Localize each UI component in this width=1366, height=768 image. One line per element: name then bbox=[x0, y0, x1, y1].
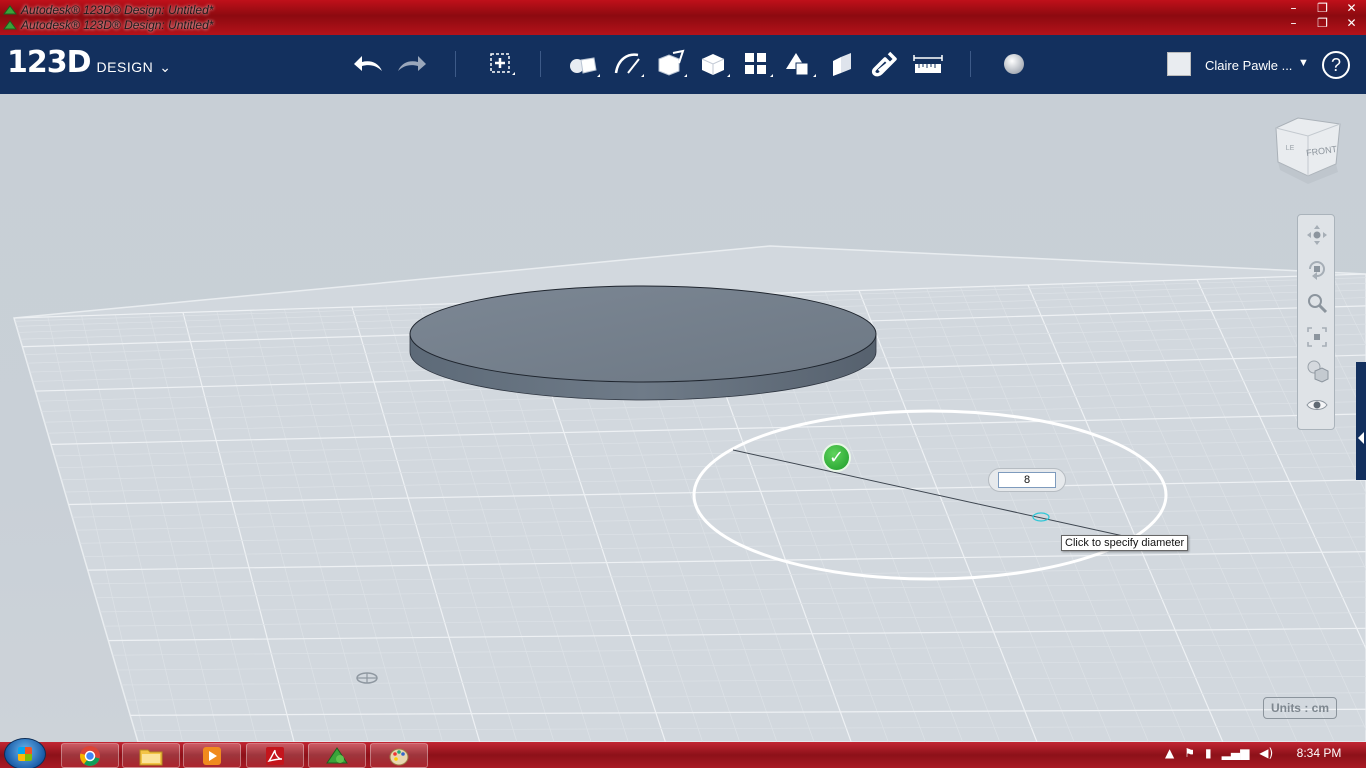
modify-icon bbox=[701, 54, 730, 77]
zoom-button[interactable] bbox=[1303, 289, 1331, 317]
taskbar-item-chrome[interactable] bbox=[61, 743, 119, 768]
close-button[interactable]: ✕ bbox=[1337, 1, 1366, 16]
window-title: Autodesk® 123D® Design: Untitled* bbox=[21, 17, 214, 32]
power-icon[interactable]: ▮ bbox=[1205, 746, 1212, 760]
window-title: Autodesk® 123D® Design: Untitled* bbox=[21, 2, 214, 17]
snap-icon bbox=[871, 51, 897, 77]
orbit-button[interactable] bbox=[1303, 255, 1331, 283]
units-button[interactable]: Units : cm bbox=[1263, 697, 1337, 719]
titlebar-row[interactable]: Autodesk® 123D® Design: Untitled* bbox=[0, 17, 1250, 32]
close-button[interactable]: ✕ bbox=[1337, 16, 1366, 31]
taskbar-item-paint[interactable] bbox=[370, 743, 428, 768]
taskbar-item-media-player[interactable] bbox=[183, 743, 241, 768]
toolbar-separator bbox=[540, 51, 541, 77]
user-name[interactable]: Claire Pawle ... bbox=[1205, 58, 1292, 73]
primitives-icon bbox=[570, 57, 600, 77]
modify-button[interactable] bbox=[696, 47, 730, 81]
redo-button[interactable] bbox=[394, 47, 428, 81]
window-controls: – ❐ ✕ bbox=[1279, 16, 1366, 31]
navigation-bar bbox=[1297, 214, 1335, 430]
combine-icon bbox=[833, 53, 851, 76]
view-cube[interactable]: FRONT LE bbox=[1272, 114, 1344, 186]
volume-icon[interactable]: ◀) bbox=[1259, 746, 1273, 760]
restore-button[interactable]: ❐ bbox=[1308, 16, 1337, 31]
primitives-button[interactable] bbox=[566, 47, 600, 81]
window-controls: – ❐ ✕ bbox=[1279, 1, 1366, 16]
3d-viewport[interactable]: FRONT LE ✓ Click to specify diameter Uni… bbox=[0, 94, 1366, 742]
app-toolbar: 123D DESIGN ⌄ Claire Pawle ... ▼ ? bbox=[0, 35, 1366, 94]
avatar[interactable] bbox=[1167, 52, 1191, 76]
measure-button[interactable] bbox=[911, 47, 945, 81]
minimize-button[interactable]: – bbox=[1279, 16, 1308, 31]
restore-button[interactable]: ❐ bbox=[1308, 1, 1337, 16]
show-hidden-icons-icon[interactable]: ▲ bbox=[1165, 746, 1174, 760]
material-icon bbox=[1004, 54, 1024, 74]
undo-icon bbox=[354, 56, 382, 71]
taskbar-item-explorer[interactable] bbox=[122, 743, 180, 768]
fit-icon bbox=[1307, 327, 1327, 347]
transform-button[interactable] bbox=[483, 47, 517, 81]
acrobat-icon bbox=[266, 746, 284, 765]
file-explorer-icon bbox=[139, 749, 163, 765]
undo-button[interactable] bbox=[352, 47, 386, 81]
measure-icon bbox=[913, 55, 943, 73]
minimize-button[interactable]: – bbox=[1279, 1, 1308, 16]
combine-button[interactable] bbox=[825, 47, 859, 81]
confirm-button[interactable]: ✓ bbox=[822, 443, 851, 472]
side-panel-toggle[interactable] bbox=[1356, 362, 1366, 480]
app-menu-button[interactable]: 123D DESIGN ⌄ bbox=[7, 45, 171, 80]
toolbar-separator bbox=[455, 51, 456, 77]
pattern-icon bbox=[745, 53, 773, 77]
taskbar-item-acrobat[interactable] bbox=[246, 743, 304, 768]
zoom-icon bbox=[1308, 294, 1328, 314]
titlebar-row[interactable]: Autodesk® 123D® Design: Untitled* bbox=[0, 2, 1250, 17]
dimension-input-wrapper bbox=[988, 468, 1066, 492]
fit-button[interactable] bbox=[1303, 323, 1331, 351]
sketch-icon bbox=[614, 53, 644, 77]
help-button[interactable]: ? bbox=[1322, 51, 1350, 79]
view-cube-side-label: LE bbox=[1286, 145, 1295, 152]
visibility-button[interactable] bbox=[1303, 391, 1331, 419]
transform-icon bbox=[490, 53, 515, 75]
grouping-icon bbox=[786, 53, 816, 77]
paint-icon bbox=[389, 748, 409, 765]
action-center-flag-icon[interactable]: ⚑ bbox=[1184, 746, 1195, 760]
cylinder-body[interactable] bbox=[409, 285, 877, 401]
scene-canvas[interactable] bbox=[0, 94, 1366, 742]
logo-text: DESIGN bbox=[96, 59, 154, 75]
chrome-icon bbox=[80, 745, 100, 766]
taskbar-item-123d[interactable] bbox=[308, 743, 366, 768]
logo-number: 123D bbox=[7, 45, 92, 80]
view-mode-icon bbox=[1307, 360, 1329, 383]
chevron-down-icon: ⌄ bbox=[159, 59, 171, 75]
pan-button[interactable] bbox=[1303, 221, 1331, 249]
toolbar-separator bbox=[970, 51, 971, 77]
user-menu-caret-icon[interactable]: ▼ bbox=[1298, 57, 1309, 69]
snap-button[interactable] bbox=[867, 47, 901, 81]
pan-icon bbox=[1307, 225, 1327, 245]
app-icon bbox=[3, 4, 17, 14]
tooltip: Click to specify diameter bbox=[1061, 535, 1189, 551]
start-button[interactable] bbox=[4, 738, 46, 768]
clock[interactable]: 8:34 PM bbox=[1289, 746, 1349, 760]
sketch-button[interactable] bbox=[610, 47, 644, 81]
app-icon bbox=[3, 19, 17, 29]
network-icon[interactable]: ▂▄▆ bbox=[1222, 746, 1250, 760]
taskbar: ▲ ⚑ ▮ ▂▄▆ ◀) 8:34 PM bbox=[0, 738, 1366, 768]
123d-design-icon bbox=[326, 746, 348, 763]
view-mode-button[interactable] bbox=[1303, 357, 1331, 385]
system-tray: ▲ ⚑ ▮ ▂▄▆ ◀) bbox=[1165, 746, 1273, 760]
material-button[interactable] bbox=[997, 47, 1031, 81]
window-titlebar: Autodesk® 123D® Design: Untitled* Autode… bbox=[0, 0, 1366, 35]
redo-icon bbox=[398, 56, 426, 71]
pattern-button[interactable] bbox=[739, 47, 773, 81]
visibility-icon bbox=[1306, 400, 1328, 410]
media-player-icon bbox=[203, 746, 221, 765]
orbit-icon bbox=[1309, 261, 1325, 280]
grouping-button[interactable] bbox=[782, 47, 816, 81]
construct-icon bbox=[658, 49, 687, 77]
construct-button[interactable] bbox=[653, 47, 687, 81]
diameter-input[interactable] bbox=[998, 472, 1056, 488]
